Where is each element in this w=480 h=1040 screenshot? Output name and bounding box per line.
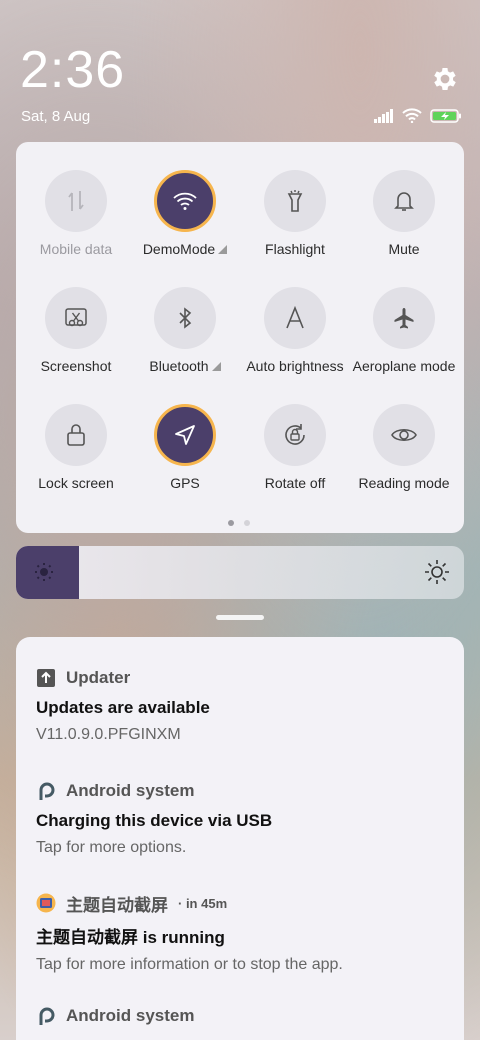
quick-settings-panel: Mobile data DemoMode Flashlight Mute Scr… [16, 142, 464, 533]
tile-rotate-off[interactable]: Rotate off [240, 404, 350, 491]
lock-icon [45, 404, 107, 466]
rotate-lock-icon [264, 404, 326, 466]
tile-label: Mobile data [39, 241, 113, 257]
tile-label: GPS [170, 475, 200, 491]
notification-updater[interactable]: Updater Updates are available V11.0.9.0.… [36, 667, 446, 744]
airplane-icon [373, 287, 435, 349]
tile-auto-brightness[interactable]: Auto brightness [240, 287, 350, 374]
screenshot-icon [45, 287, 107, 349]
expand-triangle-icon[interactable] [211, 362, 221, 371]
bluetooth-icon [154, 287, 216, 349]
wifi-icon [154, 170, 216, 232]
notification-header: Updater [36, 667, 446, 689]
notification-time: · in 45m [178, 895, 228, 911]
bell-icon [373, 170, 435, 232]
tile-label: Aeroplane mode [352, 358, 456, 374]
notification-body: V11.0.9.0.PFGINXM [36, 726, 181, 743]
tile-label: DemoMode [130, 241, 240, 257]
tile-label: Auto brightness [246, 358, 344, 374]
status-area: 2:36 Sat, 8 Aug [0, 0, 480, 140]
wifi-status-icon [402, 108, 422, 123]
brightness-low-icon [32, 560, 56, 589]
signal-icon [374, 108, 393, 123]
brightness-slider[interactable] [16, 546, 464, 599]
tile-label-text: DemoMode [142, 241, 216, 257]
flashlight-icon [264, 170, 326, 232]
notification-header: 主题自动截屏 · in 45m [36, 892, 446, 915]
notification-body: Tap for more information or to stop the … [36, 956, 343, 973]
tile-label: Mute [388, 241, 420, 257]
notification-title: Updates are available [36, 698, 210, 717]
tile-aeroplane-mode[interactable]: Aeroplane mode [349, 287, 459, 374]
notification-title: 主题自动截屏 is running [36, 928, 225, 947]
tile-mute[interactable]: Mute [349, 170, 459, 257]
tile-reading-mode[interactable]: Reading mode [349, 404, 459, 491]
notification-header: Android system [36, 780, 446, 802]
tile-gps[interactable]: GPS [130, 404, 240, 491]
tile-bluetooth[interactable]: Bluetooth [130, 287, 240, 374]
tile-label: Lock screen [38, 475, 114, 491]
tile-lock-screen[interactable]: Lock screen [21, 404, 131, 491]
tile-label: Screenshot [40, 358, 112, 374]
notification-title: Charging this device via USB [36, 811, 273, 830]
page-indicator [228, 520, 250, 526]
location-arrow-icon [154, 404, 216, 466]
system-icons [374, 108, 462, 123]
brightness-high-icon [424, 559, 450, 590]
expand-triangle-icon[interactable] [218, 245, 228, 254]
notification-app-name: 主题自动截屏 [66, 895, 168, 915]
notification-app-name: Android system [66, 781, 195, 800]
date[interactable]: Sat, 8 Aug [21, 108, 90, 125]
tile-label-text: Bluetooth [149, 358, 209, 374]
page-dot-2[interactable] [244, 520, 250, 526]
notification-theme-screenshot[interactable]: 主题自动截屏 · in 45m 主题自动截屏 is running Tap fo… [36, 892, 446, 974]
battery-charging-icon [430, 108, 461, 123]
notification-app-name: Android system [66, 1006, 195, 1025]
notification-body: Tap for more options. [36, 839, 187, 856]
notification-android-system[interactable]: Android system [36, 1005, 446, 1027]
page-dot-1[interactable] [228, 520, 234, 526]
tile-demomode[interactable]: DemoMode [130, 170, 240, 257]
auto-brightness-icon [264, 287, 326, 349]
tile-label: Flashlight [265, 241, 325, 257]
update-arrow-icon [36, 668, 56, 688]
theme-app-icon [36, 893, 56, 913]
mobile-data-icon [45, 170, 107, 232]
tile-label: Bluetooth [130, 358, 240, 374]
tile-screenshot[interactable]: Screenshot [21, 287, 131, 374]
eye-icon [373, 404, 435, 466]
notification-header: Android system [36, 1005, 446, 1027]
notification-app-name: Updater [66, 668, 131, 687]
tile-flashlight[interactable]: Flashlight [240, 170, 350, 257]
clock[interactable]: 2:36 [20, 40, 125, 100]
settings-gear-icon[interactable] [430, 64, 460, 94]
notification-android-usb[interactable]: Android system Charging this device via … [36, 780, 446, 857]
tile-label: Rotate off [264, 475, 326, 491]
android-p-icon [36, 781, 56, 801]
tile-label: Reading mode [358, 475, 450, 491]
drag-handle[interactable] [216, 615, 264, 620]
tile-mobile-data[interactable]: Mobile data [21, 170, 131, 257]
android-p-icon [36, 1006, 56, 1026]
notification-panel: Updater Updates are available V11.0.9.0.… [16, 637, 464, 1040]
